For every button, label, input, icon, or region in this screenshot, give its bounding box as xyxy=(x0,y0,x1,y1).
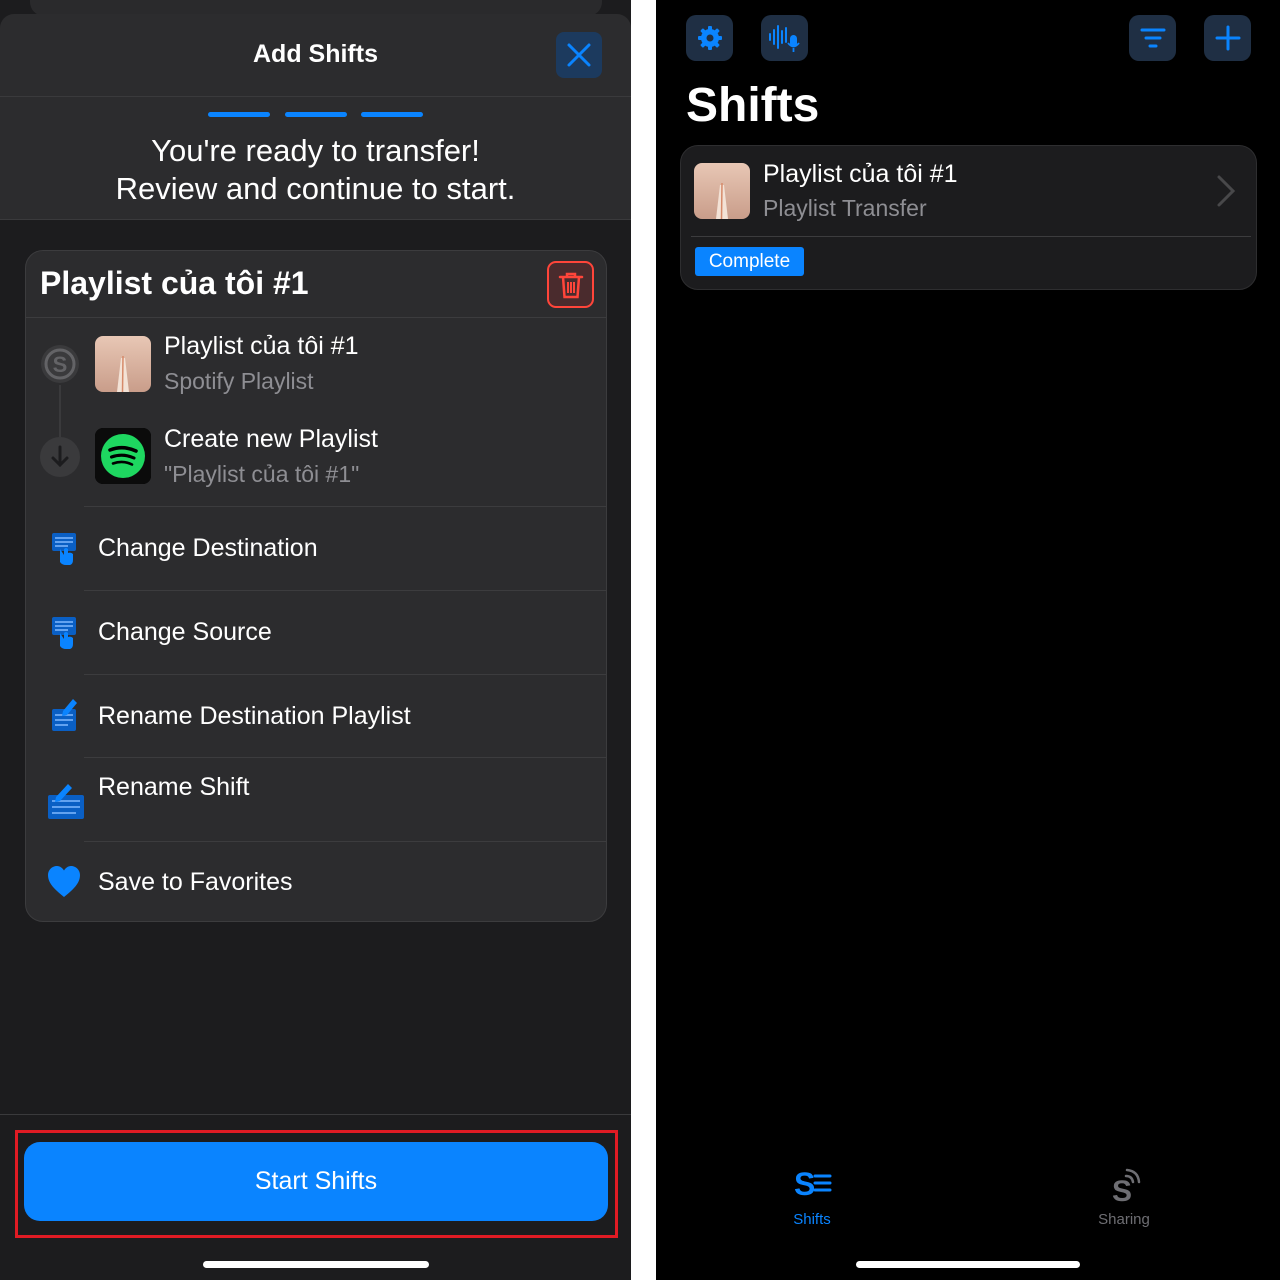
divider xyxy=(84,674,606,675)
progress-step-3 xyxy=(361,112,423,117)
tab-shifts[interactable]: S Shifts xyxy=(767,1165,857,1228)
progress-step-2 xyxy=(285,112,347,117)
status-badge: Complete xyxy=(695,247,804,276)
shifts-tab-icon: S xyxy=(794,1166,832,1202)
shift-artwork xyxy=(694,163,750,219)
list-pencil-icon xyxy=(48,784,84,819)
start-shifts-button[interactable]: Start Shifts xyxy=(24,1142,608,1221)
trash-icon xyxy=(558,272,583,298)
home-indicator xyxy=(203,1261,429,1268)
divider xyxy=(84,757,606,758)
progress-step-1 xyxy=(208,112,270,117)
option-label: Rename Shift xyxy=(98,773,250,801)
home-indicator xyxy=(856,1261,1080,1268)
shift-review-card: Playlist của tôi #1 S Playlist của tôi #… xyxy=(25,250,607,922)
tab-sharing[interactable]: S Sharing xyxy=(1079,1165,1169,1228)
divider xyxy=(84,506,606,507)
source-artwork xyxy=(95,336,151,392)
option-label: Change Source xyxy=(98,618,272,646)
close-icon xyxy=(567,43,591,67)
svg-text:S: S xyxy=(53,352,68,377)
add-shifts-panel: Add Shifts You're ready to transfer! Rev… xyxy=(0,0,631,1280)
ready-line-2: Review and continue to start. xyxy=(115,171,516,206)
source-subtitle: Spotify Playlist xyxy=(164,368,314,394)
settings-button[interactable] xyxy=(686,15,733,61)
card-title: Playlist của tôi #1 xyxy=(40,265,309,301)
chevron-right-icon xyxy=(1217,175,1236,207)
sheet-title: Add Shifts xyxy=(253,40,378,68)
source-title: Playlist của tôi #1 xyxy=(164,332,359,360)
tab-label: Sharing xyxy=(1098,1211,1150,1228)
spotify-icon xyxy=(95,428,151,484)
svg-text:S: S xyxy=(1112,1175,1132,1205)
shift-list-item[interactable]: Playlist của tôi #1 Playlist Transfer Co… xyxy=(680,145,1257,290)
gear-icon xyxy=(697,26,722,50)
add-shift-button[interactable] xyxy=(1204,15,1251,61)
divider xyxy=(0,96,631,97)
panel-gap xyxy=(631,0,656,1280)
tab-label: Shifts xyxy=(793,1211,831,1228)
divider xyxy=(0,219,631,220)
option-label: Rename Destination Playlist xyxy=(98,702,411,730)
list-pencil-icon xyxy=(52,699,77,731)
divider xyxy=(84,590,606,591)
divider xyxy=(26,317,606,318)
plus-icon xyxy=(1215,25,1240,51)
page-title: Shifts xyxy=(686,79,820,132)
voice-button[interactable] xyxy=(761,15,808,61)
delete-button[interactable] xyxy=(547,261,594,308)
destination-subtitle: "Playlist của tôi #1" xyxy=(164,461,360,487)
option-label: Save to Favorites xyxy=(98,868,293,896)
divider xyxy=(691,236,1251,237)
svg-text:S: S xyxy=(794,1166,815,1199)
close-button[interactable] xyxy=(556,32,602,78)
filter-button[interactable] xyxy=(1129,15,1176,61)
destination-title: Create new Playlist xyxy=(164,425,378,453)
voice-mic-icon xyxy=(768,25,800,52)
sharing-tab-icon: S xyxy=(1112,1168,1141,1208)
ready-message: You're ready to transfer! Review and con… xyxy=(0,132,631,208)
divider xyxy=(84,841,606,842)
ready-line-1: You're ready to transfer! xyxy=(151,133,480,168)
shift-title: Playlist của tôi #1 xyxy=(763,160,958,188)
list-hand-icon xyxy=(52,617,76,649)
shift-subtitle: Playlist Transfer xyxy=(763,195,927,221)
heart-icon xyxy=(48,866,80,897)
option-label: Change Destination xyxy=(98,534,318,562)
shifts-panel: Shifts Playlist của tôi #1 Playlist Tran… xyxy=(656,0,1280,1280)
transfer-timeline: S xyxy=(40,345,80,477)
filter-icon xyxy=(1140,28,1165,48)
list-hand-icon xyxy=(52,533,76,565)
